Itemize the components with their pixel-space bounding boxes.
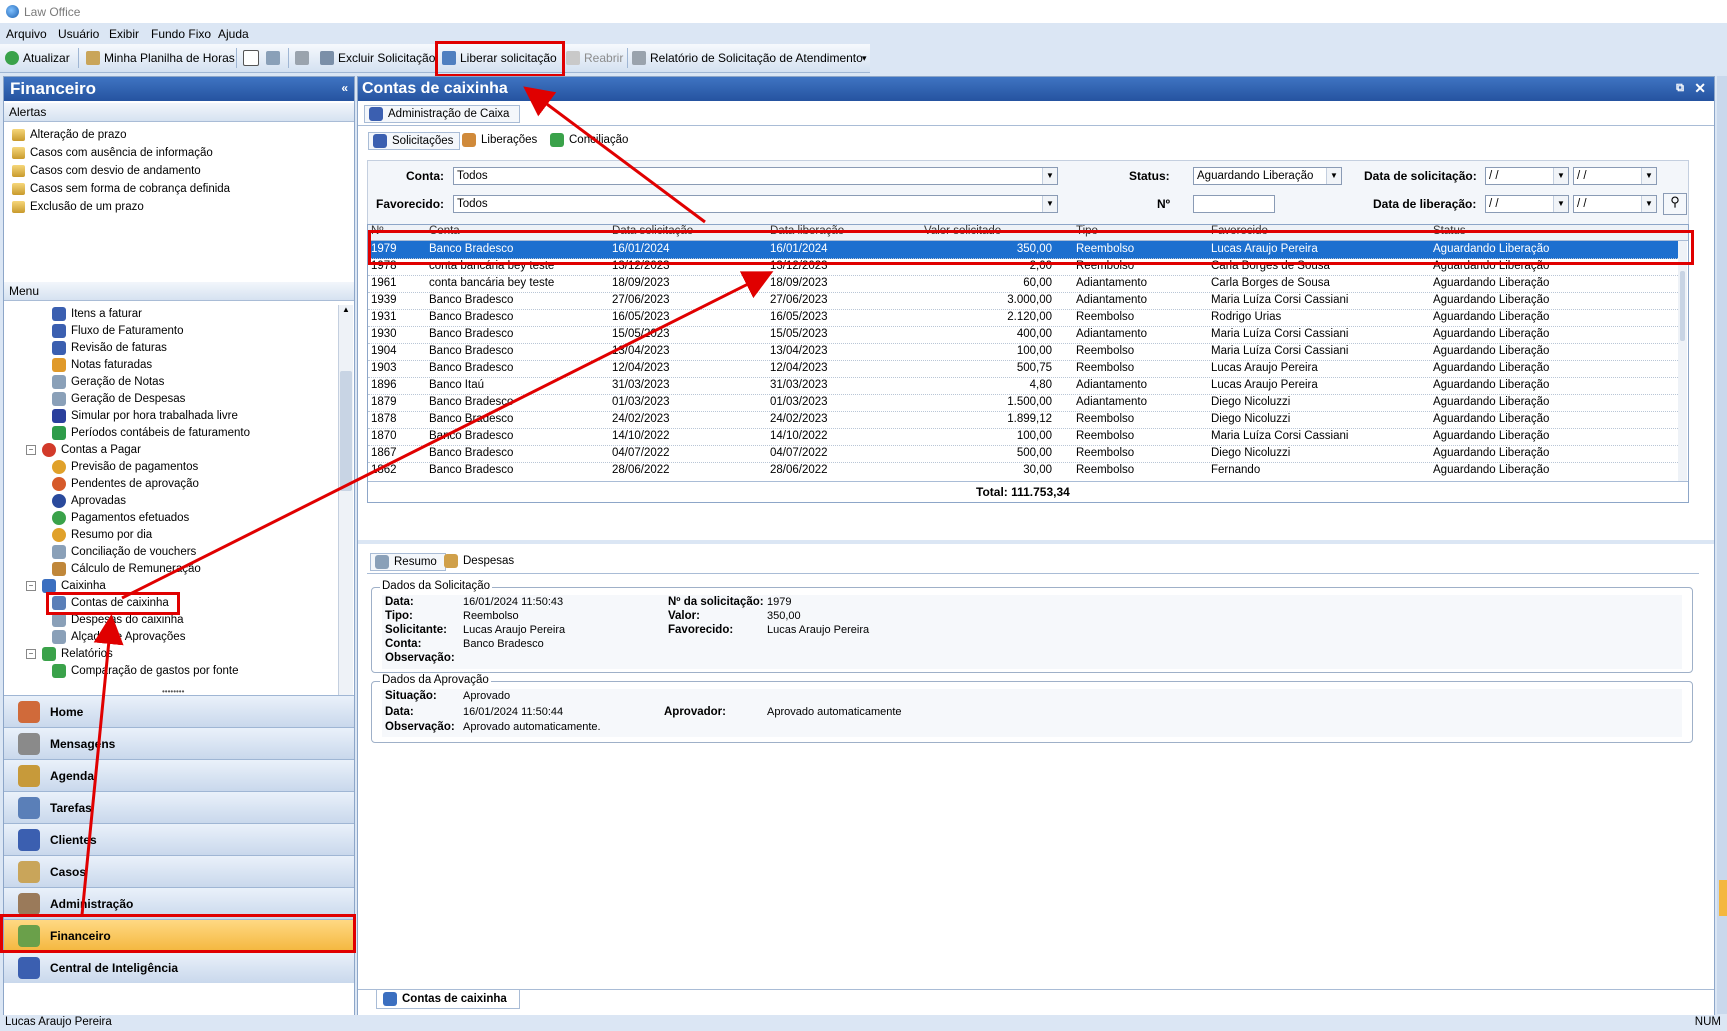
status-bar: Lucas Araujo Pereira NUM <box>0 1015 1727 1031</box>
status-user: Lucas Araujo Pereira <box>5 1016 112 1028</box>
status-num: NUM <box>1694 1016 1721 1028</box>
annotation-arrows <box>80 86 774 916</box>
